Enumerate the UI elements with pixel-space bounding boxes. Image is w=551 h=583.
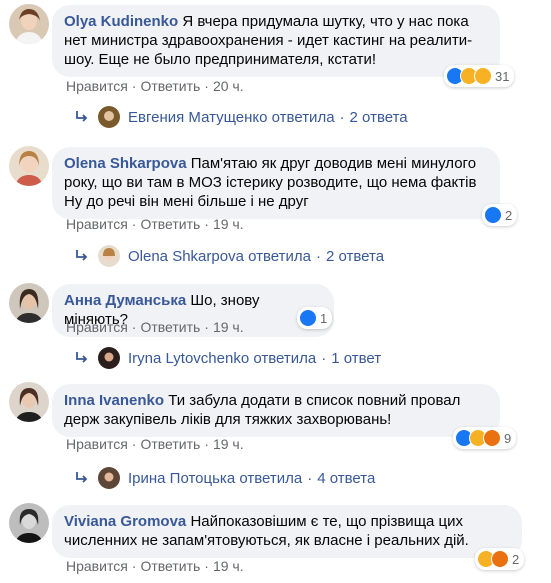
timestamp[interactable]: 20 ч. — [213, 78, 244, 94]
reply-link[interactable]: Ответить — [140, 319, 200, 335]
reaction-count: 2 — [505, 207, 513, 223]
replies-name: Iryna Lytovchenko ответила — [128, 349, 317, 367]
comment-bubble: Olena Shkarpova Пам'ятаю як друг доводив… — [52, 147, 500, 219]
comment-actions: Нравится · Ответить · 19 ч. — [66, 319, 244, 335]
avatar[interactable] — [9, 4, 49, 44]
replies-link[interactable]: Ірина Потоцька ответила · 4 ответа — [72, 467, 375, 489]
like-icon — [299, 309, 317, 327]
reaction-count: 2 — [512, 551, 520, 567]
like-link[interactable]: Нравится — [66, 436, 128, 452]
replies-name: Olena Shkarpova ответила — [128, 247, 311, 265]
replies-count: 1 ответ — [331, 349, 382, 367]
reply-link[interactable]: Ответить — [140, 436, 200, 452]
reactions-badge[interactable]: 2 — [475, 548, 525, 570]
comment-actions: Нравится · Ответить · 19 ч. — [66, 436, 244, 452]
timestamp[interactable]: 19 ч. — [213, 436, 244, 452]
comment-bubble: Inna Ivanenko Ти забула додати в список … — [52, 384, 500, 437]
replies-count: 2 ответа — [325, 247, 385, 265]
replies-link[interactable]: Евгения Матущенко ответила · 2 ответа — [72, 106, 408, 128]
avatar[interactable] — [9, 503, 49, 543]
reaction-count: 1 — [320, 310, 328, 326]
reactions-badge[interactable]: 2 — [482, 204, 518, 226]
like-link[interactable]: Нравится — [66, 78, 128, 94]
replies-link[interactable]: Olena Shkarpova ответила · 2 ответа — [72, 245, 384, 267]
reply-arrow-icon — [76, 250, 88, 261]
like-icon — [484, 206, 502, 224]
reply-link[interactable]: Ответить — [140, 78, 200, 94]
comment-author[interactable]: Olya Kudinenko — [64, 13, 178, 30]
like-link[interactable]: Нравится — [66, 558, 128, 574]
avatar[interactable] — [9, 146, 49, 186]
avatar[interactable] — [9, 283, 49, 323]
reply-arrow-icon — [76, 111, 88, 122]
reactions-badge[interactable]: 9 — [453, 427, 517, 449]
timestamp[interactable]: 19 ч. — [213, 558, 244, 574]
reply-avatar — [98, 106, 120, 128]
comment-actions: Нравится · Ответить · 19 ч. — [66, 216, 244, 232]
reply-avatar — [98, 245, 120, 267]
comment-author[interactable]: Inna Ivanenko — [64, 392, 164, 409]
timestamp[interactable]: 19 ч. — [213, 319, 244, 335]
comment-author[interactable]: Olena Shkarpova — [64, 155, 187, 172]
replies-count: 2 ответа — [349, 108, 408, 126]
reply-link[interactable]: Ответить — [140, 216, 200, 232]
comment-author[interactable]: Viviana Gromova — [64, 513, 186, 530]
reply-avatar — [98, 347, 120, 369]
replies-count: 4 ответа — [317, 469, 376, 487]
like-link[interactable]: Нравится — [66, 216, 128, 232]
avatar[interactable] — [9, 382, 49, 422]
reactions-badge[interactable]: 1 — [297, 307, 333, 329]
reply-arrow-icon — [76, 352, 88, 363]
reactions-badge[interactable]: 31 — [444, 65, 515, 87]
reply-arrow-icon — [76, 472, 88, 483]
angry-icon — [483, 429, 501, 447]
angry-icon — [491, 550, 509, 568]
comment-author[interactable]: Анна Думанська — [64, 292, 186, 309]
replies-name: Ірина Потоцька ответила — [128, 469, 303, 487]
comment-actions: Нравится · Ответить · 20 ч. — [66, 78, 244, 94]
timestamp[interactable]: 19 ч. — [213, 216, 244, 232]
like-link[interactable]: Нравится — [66, 319, 128, 335]
comment-bubble: Viviana Gromova Найпоказовішим є те, що … — [52, 505, 522, 558]
replies-link[interactable]: Iryna Lytovchenko ответила · 1 ответ — [72, 347, 381, 369]
sad-icon — [474, 67, 492, 85]
replies-name: Евгения Матущенко ответила — [128, 108, 335, 126]
reaction-count: 31 — [495, 68, 510, 84]
reply-avatar — [98, 467, 120, 489]
reaction-count: 9 — [504, 430, 512, 446]
comment-actions: Нравится · Ответить · 19 ч. — [66, 558, 244, 574]
comment-bubble: Olya Kudinenko Я вчера придумала шутку, … — [52, 5, 500, 77]
reply-link[interactable]: Ответить — [140, 558, 200, 574]
